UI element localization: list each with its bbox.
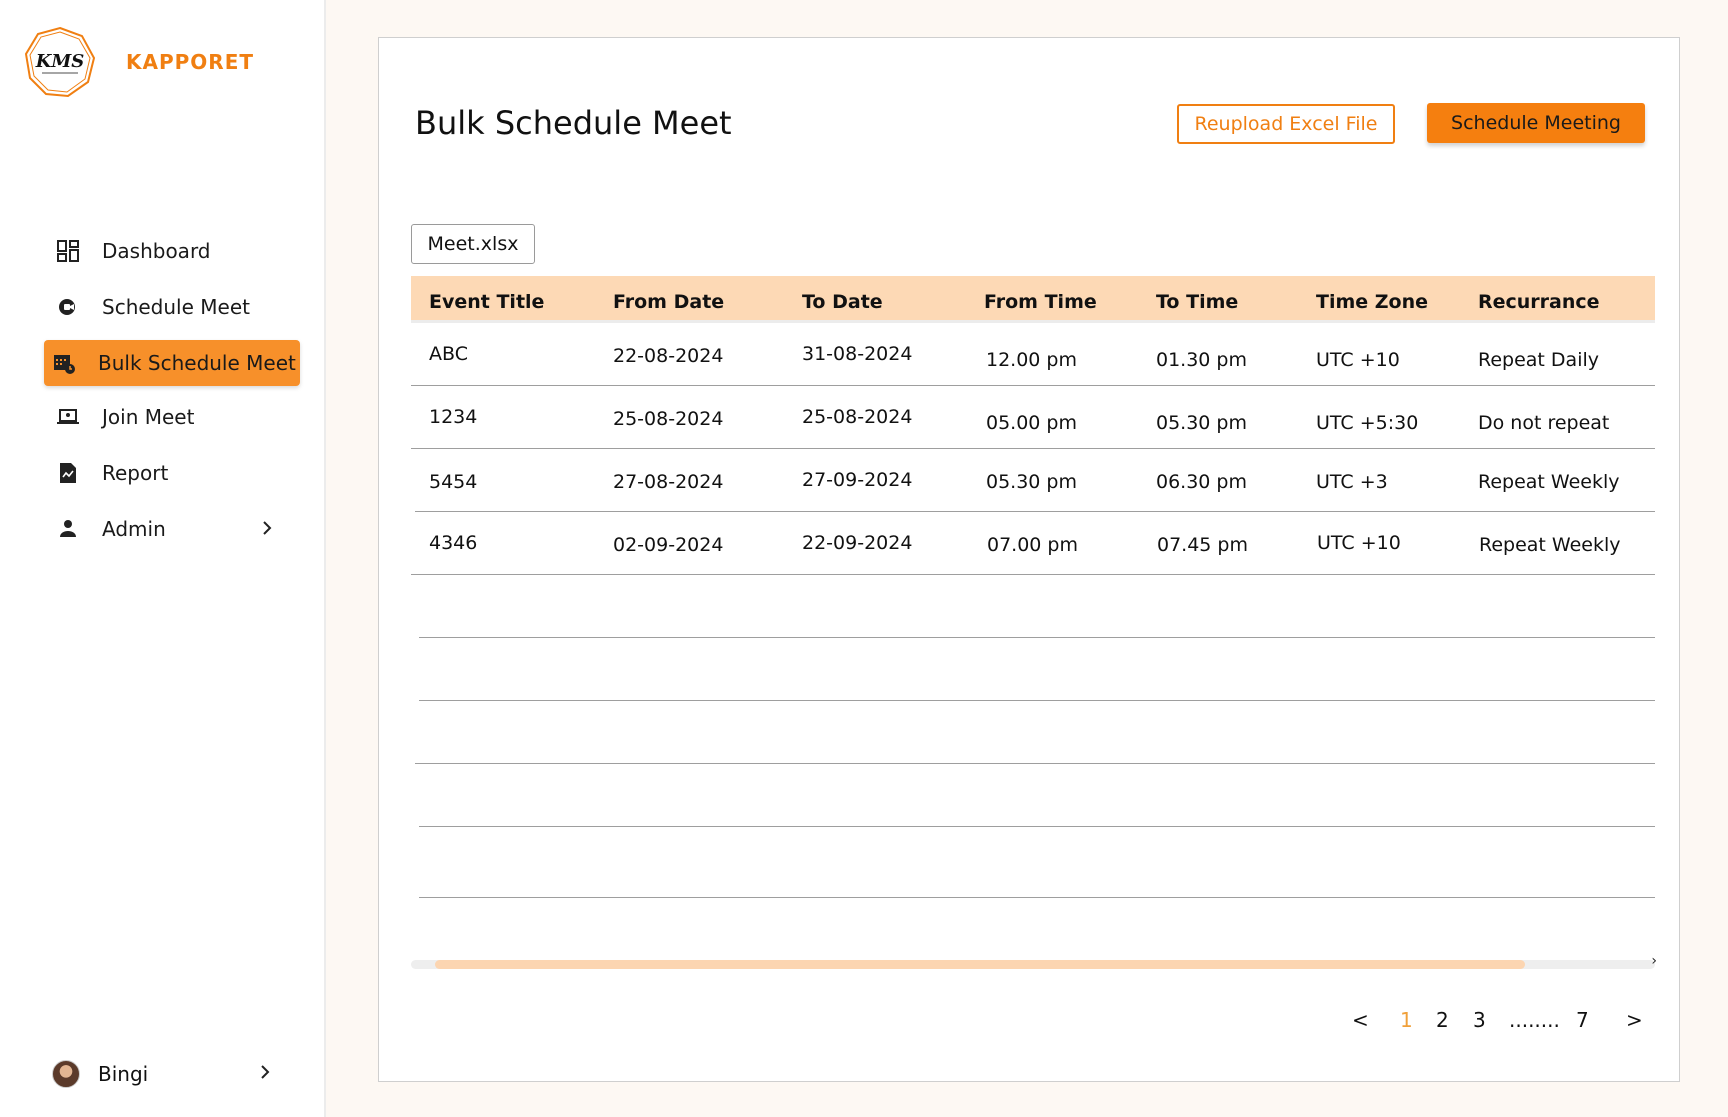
pagination-page-1[interactable]: 1 — [1400, 1008, 1413, 1032]
cell-time-zone: UTC +10 — [1317, 532, 1401, 554]
sidebar-item-label: Schedule Meet — [102, 295, 250, 319]
file-chip[interactable]: Meet.xlsx — [411, 224, 535, 264]
table-row[interactable]: 1234 25-08-2024 25-08-2024 05.00 pm 05.3… — [411, 386, 1655, 449]
logo[interactable]: KMS — [24, 26, 96, 98]
cell-recurrance: Do not repeat — [1478, 412, 1610, 434]
camera-icon — [56, 295, 80, 319]
column-header-event-title[interactable]: Event Title — [429, 291, 544, 313]
sidebar-item-label: Dashboard — [102, 239, 211, 263]
column-header-from-date[interactable]: From Date — [613, 291, 724, 313]
column-header-time-zone[interactable]: Time Zone — [1316, 291, 1428, 313]
cell-from-date: 27-08-2024 — [613, 471, 724, 493]
empty-table-row — [419, 638, 1655, 701]
column-header-from-time[interactable]: From Time — [984, 291, 1097, 313]
cell-time-zone: UTC +5:30 — [1316, 412, 1419, 434]
scroll-right-icon[interactable]: › — [1651, 953, 1657, 969]
empty-table-row — [415, 701, 1655, 764]
cell-from-time: 05.00 pm — [986, 412, 1078, 434]
table-row[interactable]: ABC 22-08-2024 31-08-2024 12.00 pm 01.30… — [411, 323, 1655, 386]
cell-recurrance: Repeat Daily — [1478, 349, 1599, 371]
cell-to-time: 07.45 pm — [1157, 534, 1249, 556]
table-row[interactable]: 4346 02-09-2024 22-09-2024 07.00 pm 07.4… — [411, 512, 1655, 575]
sidebar-item-report[interactable]: Report — [48, 450, 304, 496]
cell-from-date: 02-09-2024 — [613, 534, 724, 556]
brand-name: KAPPORET — [126, 50, 254, 74]
horizontal-scrollbar[interactable]: › — [411, 953, 1657, 969]
pagination-page-last[interactable]: 7 — [1576, 1008, 1589, 1032]
sidebar-item-label: Bulk Schedule Meet — [98, 351, 296, 375]
cell-event-title: 5454 — [429, 471, 478, 493]
cell-to-time: 01.30 pm — [1156, 349, 1248, 371]
report-icon — [56, 461, 80, 485]
cell-recurrance: Repeat Weekly — [1479, 534, 1621, 556]
sidebar-item-label: Join Meet — [102, 405, 195, 429]
pagination-next-button[interactable]: > — [1626, 1008, 1643, 1032]
sidebar-item-dashboard[interactable]: Dashboard — [48, 228, 304, 274]
scrollbar-thumb[interactable] — [435, 960, 1525, 969]
sidebar-item-label: Report — [102, 461, 169, 485]
logo-text: KMS — [35, 51, 85, 72]
sidebar-item-schedule-meet[interactable]: Schedule Meet — [48, 284, 304, 330]
cell-to-time: 05.30 pm — [1156, 412, 1248, 434]
table-row[interactable]: 5454 27-08-2024 27-09-2024 05.30 pm 06.3… — [415, 449, 1655, 512]
person-icon — [56, 517, 80, 541]
table-header: Event Title From Date To Date From Time … — [411, 276, 1655, 323]
reupload-excel-button[interactable]: Reupload Excel File — [1177, 104, 1395, 144]
cell-to-date: 22-09-2024 — [802, 532, 913, 554]
logo-badge-icon: KMS — [24, 26, 96, 98]
cell-event-title: 4346 — [429, 532, 478, 554]
chevron-right-icon[interactable] — [260, 518, 274, 542]
pagination: < 1 2 3 ........ 7 > — [379, 1008, 1681, 1038]
chevron-right-icon[interactable] — [258, 1062, 272, 1086]
dashboard-icon — [56, 239, 80, 263]
cell-to-date: 27-09-2024 — [802, 469, 913, 491]
column-header-to-date[interactable]: To Date — [802, 291, 883, 313]
column-header-to-time[interactable]: To Time — [1156, 291, 1238, 313]
cell-from-time: 12.00 pm — [986, 349, 1078, 371]
sidebar-item-bulk-schedule-meet[interactable]: Bulk Schedule Meet — [44, 340, 300, 386]
cell-from-date: 22-08-2024 — [613, 345, 724, 367]
schedule-meeting-button[interactable]: Schedule Meeting — [1427, 103, 1645, 143]
cell-from-time: 05.30 pm — [986, 471, 1078, 493]
avatar — [52, 1060, 80, 1088]
sidebar-item-join-meet[interactable]: Join Meet — [48, 394, 304, 440]
sidebar: KMS KAPPORET Dashboard Schedule Meet Bul… — [0, 0, 326, 1117]
cell-from-time: 07.00 pm — [987, 534, 1079, 556]
bulk-meet-table: Event Title From Date To Date From Time … — [411, 276, 1655, 898]
cell-time-zone: UTC +10 — [1316, 349, 1400, 371]
calendar-icon — [52, 351, 76, 375]
empty-table-row — [419, 575, 1655, 638]
empty-table-row — [419, 764, 1655, 827]
cell-to-time: 06.30 pm — [1156, 471, 1248, 493]
user-profile[interactable]: Bingi — [52, 1060, 272, 1088]
cell-event-title: ABC — [429, 343, 468, 365]
cell-to-date: 31-08-2024 — [802, 343, 913, 365]
laptop-icon — [56, 405, 80, 429]
cell-time-zone: UTC +3 — [1316, 471, 1388, 493]
sidebar-item-label: Admin — [102, 517, 166, 541]
column-header-recurrance[interactable]: Recurrance — [1478, 291, 1600, 313]
user-name: Bingi — [98, 1062, 149, 1086]
sidebar-item-admin[interactable]: Admin — [48, 506, 304, 552]
pagination-page-3[interactable]: 3 — [1473, 1008, 1486, 1032]
pagination-page-2[interactable]: 2 — [1436, 1008, 1449, 1032]
cell-recurrance: Repeat Weekly — [1478, 471, 1620, 493]
cell-event-title: 1234 — [429, 406, 478, 428]
pagination-prev-button[interactable]: < — [1352, 1008, 1369, 1032]
main-card: Bulk Schedule Meet Reupload Excel File S… — [378, 37, 1680, 1082]
pagination-ellipsis: ........ — [1509, 1008, 1560, 1032]
cell-to-date: 25-08-2024 — [802, 406, 913, 428]
empty-table-row — [419, 827, 1655, 898]
page-title: Bulk Schedule Meet — [415, 104, 732, 142]
cell-from-date: 25-08-2024 — [613, 408, 724, 430]
